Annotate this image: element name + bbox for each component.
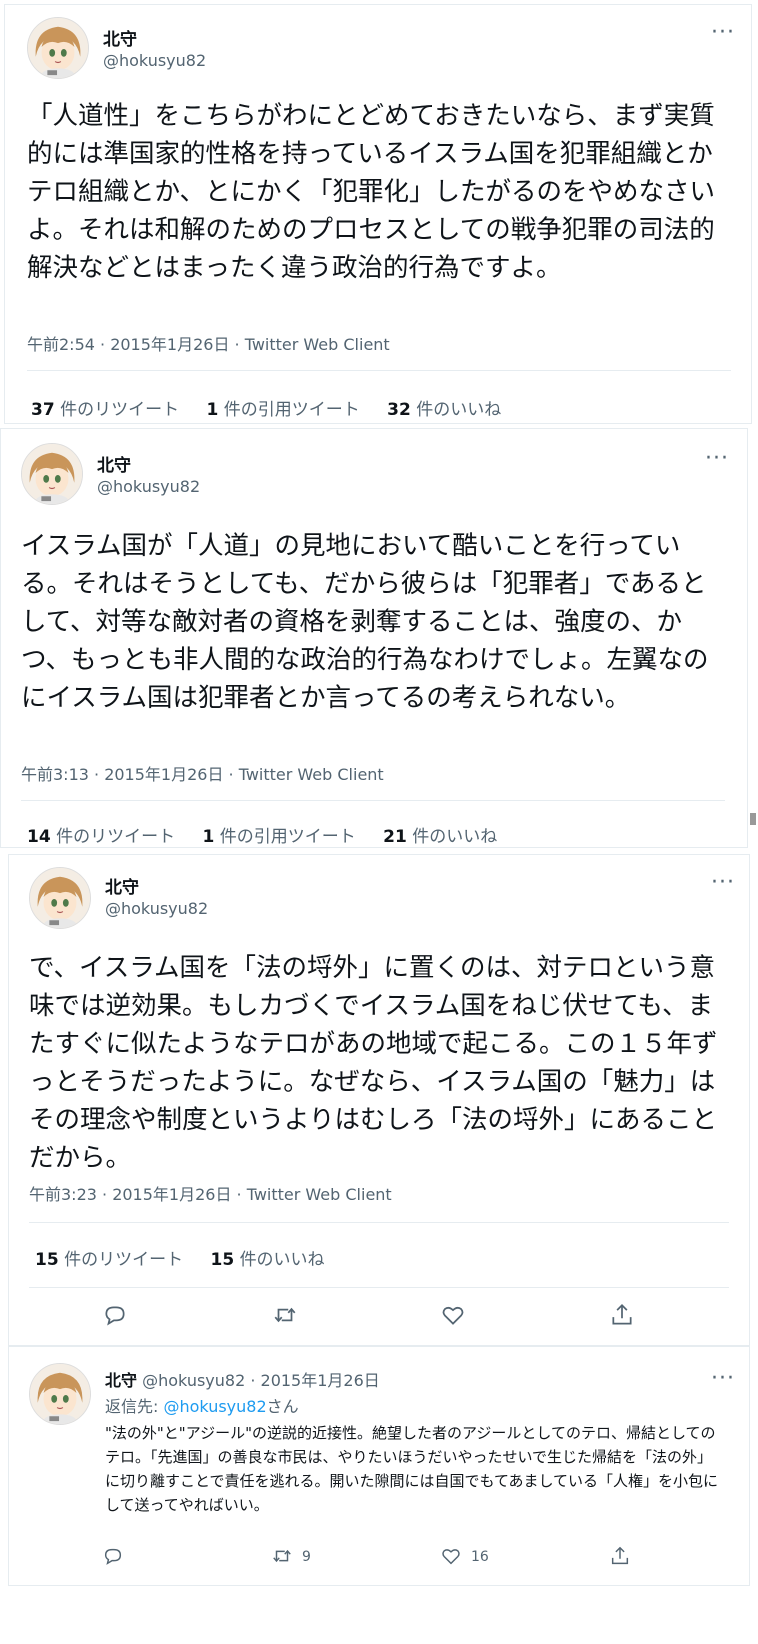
scrollbar-thumb[interactable] — [750, 813, 756, 825]
author-handle-date[interactable]: @hokusyu82 · 2015年1月26日 — [142, 1371, 380, 1390]
avatar[interactable] — [27, 17, 89, 79]
likes-stat[interactable]: 21 件のいいね — [383, 827, 497, 847]
share-icon[interactable] — [609, 1545, 631, 1567]
tweet-text: イスラム国が「人道」の見地において酷いことを行っている。それはそうとしても、だか… — [21, 531, 709, 713]
avatar[interactable] — [21, 443, 83, 505]
like-icon[interactable] — [440, 1545, 462, 1567]
avatar[interactable] — [29, 867, 91, 929]
tweet-timestamp[interactable]: 午前2:54 · 2015年1月26日 · Twitter Web Client — [27, 331, 390, 355]
reply-icon[interactable] — [102, 1545, 124, 1567]
quotes-stat[interactable]: 1 件の引用ツイート — [202, 827, 355, 847]
like-icon[interactable] — [440, 1302, 466, 1328]
retweets-stat[interactable]: 37 件のリツイート — [31, 400, 179, 420]
reply-header: 北守 @hokusyu82 · 2015年1月26日 — [105, 1367, 380, 1391]
retweet-icon[interactable] — [271, 1545, 293, 1567]
retweets-stat[interactable]: 14 件のリツイート — [27, 827, 175, 847]
author-name[interactable]: 北守 — [103, 25, 137, 50]
reply-tweet-card[interactable]: 北守 @hokusyu82 · 2015年1月26日 ··· 返信先: @hok… — [8, 1346, 750, 1586]
reply-text: "法の外"と"アジール"の逆説的近接性。絶望した者のアジールとしてのテロ、帰結と… — [105, 1424, 719, 1514]
tweet-timestamp[interactable]: 午前3:13 · 2015年1月26日 · Twitter Web Client — [21, 761, 384, 785]
tweet-stats: 14 件のリツイート 1 件の引用ツイート 21 件のいいね — [27, 822, 519, 847]
divider — [21, 800, 725, 801]
author-name[interactable]: 北守 — [97, 451, 131, 476]
reply-to-line: 返信先: @hokusyu82さん — [105, 1397, 299, 1416]
reply-to-link[interactable]: @hokusyu82 — [163, 1397, 266, 1416]
retweets-stat[interactable]: 15 件のリツイート — [35, 1250, 183, 1270]
author-handle[interactable]: @hokusyu82 — [105, 899, 208, 918]
author-handle[interactable]: @hokusyu82 — [103, 51, 206, 70]
share-icon[interactable] — [609, 1302, 635, 1328]
tweet-stats: 15 件のリツイート 15 件のいいね — [35, 1245, 347, 1270]
more-icon[interactable]: ··· — [711, 872, 735, 894]
tweet-timestamp[interactable]: 午前3:23 · 2015年1月26日 · Twitter Web Client — [29, 1181, 392, 1205]
tweet-stats: 37 件のリツイート 1 件の引用ツイート 32 件のいいね — [31, 395, 523, 420]
tweet-card: 北守 @hokusyu82 ··· 「人道性」をこちらがわにとどめておきたいなら… — [4, 4, 752, 424]
divider — [29, 1222, 729, 1223]
avatar[interactable] — [29, 1363, 91, 1425]
tweet-card: 北守 @hokusyu82 ··· で、イスラム国を「法の埒外」に置くのは、対テ… — [8, 854, 750, 1346]
retweet-icon[interactable] — [272, 1302, 298, 1328]
divider — [29, 1287, 729, 1288]
divider — [27, 370, 731, 371]
quotes-stat[interactable]: 1 件の引用ツイート — [206, 400, 359, 420]
reply-icon[interactable] — [102, 1302, 128, 1328]
like-count: 16 — [471, 1549, 489, 1565]
author-name[interactable]: 北守 — [105, 873, 139, 898]
more-icon[interactable]: ··· — [711, 22, 735, 44]
retweet-count: 9 — [302, 1549, 311, 1565]
likes-stat[interactable]: 15 件のいいね — [210, 1250, 324, 1270]
author-name[interactable]: 北守 — [105, 1371, 137, 1390]
more-icon[interactable]: ··· — [705, 448, 729, 470]
more-icon[interactable]: ··· — [711, 1368, 735, 1390]
tweet-text: で、イスラム国を「法の埒外」に置くのは、対テロという意味では逆効果。もしカづくで… — [29, 953, 718, 1173]
likes-stat[interactable]: 32 件のいいね — [387, 400, 501, 420]
tweet-text: 「人道性」をこちらがわにとどめておきたいなら、まず実質的には準国家的性格を持って… — [27, 101, 715, 283]
author-handle[interactable]: @hokusyu82 — [97, 477, 200, 496]
tweet-card: 北守 @hokusyu82 ··· イスラム国が「人道」の見地において酷いことを… — [0, 428, 748, 848]
